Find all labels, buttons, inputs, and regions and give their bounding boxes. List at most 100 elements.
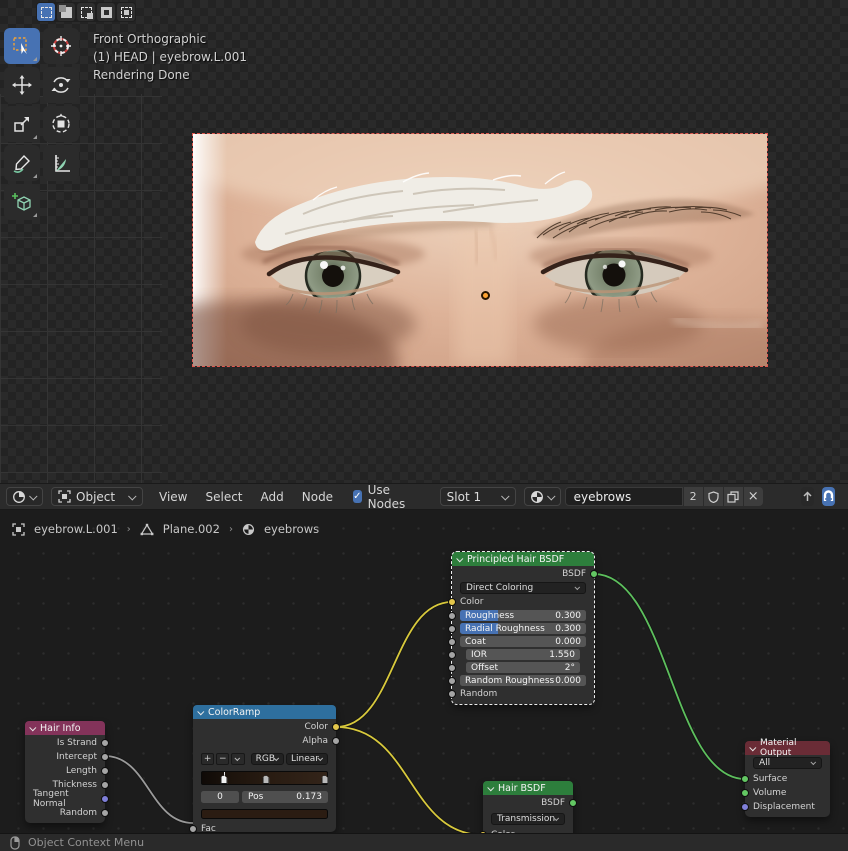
socket-bsdf-out[interactable] [590,570,598,578]
browse-material-dropdown[interactable] [524,487,561,506]
tool-select-box[interactable] [4,28,40,64]
node-editor[interactable]: eyebrow.L.001 › Plane.002 › eyebrows [0,510,848,833]
menu-view[interactable]: View [159,490,187,504]
socket-bsdf-out[interactable] [569,799,577,807]
select-mode-extend-button[interactable] [57,3,75,21]
breadcrumb-object[interactable]: eyebrow.L.001 [34,522,118,536]
socket-fac-in[interactable] [189,825,197,833]
menu-add[interactable]: Add [261,490,284,504]
ramp-stop-selected[interactable] [220,775,227,784]
socket-ior-in[interactable] [448,651,456,659]
editor-type-dropdown[interactable] [6,487,43,506]
socket-alpha-out[interactable] [332,737,340,745]
socket-coat-in[interactable] [448,638,456,646]
tool-move[interactable] [4,67,40,103]
random-roughness-slider[interactable]: Random Roughness0.000 [460,675,586,686]
ramp-stop[interactable] [321,775,328,784]
ramp-stop[interactable] [262,775,269,784]
select-mode-invert-button[interactable] [97,3,115,21]
select-mode-subtract-button[interactable] [77,3,95,21]
tool-measure[interactable] [43,145,79,181]
output-target-dropdown[interactable]: All [753,757,822,769]
fake-user-shield-button[interactable] [704,487,723,506]
socket-displacement-in[interactable] [741,803,749,811]
collapse-icon[interactable] [456,555,463,562]
node-hair-info[interactable]: Hair Info Is Strand Intercept Length Thi… [25,721,105,823]
delete-stop-button[interactable]: − [216,753,229,765]
tool-cursor[interactable] [43,28,79,64]
select-mode-set-button[interactable] [37,3,55,21]
tool-rotate[interactable] [43,67,79,103]
add-stop-button[interactable]: + [201,753,214,765]
color-mode-dropdown[interactable]: RGB [251,753,284,765]
collapse-icon[interactable] [749,744,756,751]
socket-random[interactable] [101,809,109,817]
ramp-options-dropdown[interactable] [231,753,244,765]
shader-editor-icon [12,490,26,504]
component-dropdown[interactable]: Transmission [491,813,565,825]
coloring-dropdown[interactable]: Direct Coloring [460,582,586,594]
socket-roughness-in[interactable] [448,612,456,620]
new-material-copy-button[interactable] [724,487,743,506]
socket-color-in[interactable] [448,598,456,606]
socket-color-in[interactable] [479,831,487,833]
node-header[interactable]: Hair BSDF [483,781,573,795]
socket-is-strand[interactable] [101,739,109,747]
coat-slider[interactable]: Coat0.000 [460,636,586,647]
viewport-overlay-text: Front Orthographic (1) HEAD | eyebrow.L.… [93,30,247,84]
socket-length[interactable] [101,767,109,775]
tool-transform[interactable] [43,106,79,142]
material-name-field[interactable]: eyebrows [565,487,683,506]
node-material-output[interactable]: Material Output All Surface Volume Displ… [745,741,830,817]
node-header[interactable]: Hair Info [25,721,105,735]
roughness-slider[interactable]: Roughness0.300 [460,610,586,621]
node-color-ramp[interactable]: ColorRamp Color Alpha + − RGB Linear [193,705,336,832]
unlink-material-button[interactable]: × [744,487,763,506]
users-count-label: 2 [690,490,697,503]
mode-dropdown[interactable]: Object [51,487,143,506]
socket-random-roughness-in[interactable] [448,677,456,685]
socket-surface-in[interactable] [741,775,749,783]
snap-magnet-toggle[interactable] [822,487,835,506]
socket-intercept[interactable] [101,753,109,761]
use-nodes-checkbox[interactable]: ✓ Use Nodes [353,483,410,511]
stop-position-field[interactable]: Pos 0.173 [242,791,328,803]
viewport-3d[interactable]: Front Orthographic (1) HEAD | eyebrow.L.… [0,0,848,483]
select-extend-icon [61,7,72,18]
offset-field[interactable]: Offset2° [466,662,580,673]
tool-annotate[interactable] [4,145,40,181]
radial-roughness-slider[interactable]: Radial Roughness0.300 [460,623,586,634]
socket-thickness[interactable] [101,781,109,789]
color-ramp-gradient[interactable] [201,771,328,785]
socket-tangent-normal[interactable] [101,795,109,803]
node-principled-hair-bsdf[interactable]: Principled Hair BSDF BSDF Direct Colorin… [452,552,594,704]
ior-field[interactable]: IOR1.550 [466,649,580,660]
menu-select[interactable]: Select [205,490,242,504]
socket-random-in[interactable] [448,690,456,698]
collapse-icon[interactable] [487,784,494,791]
tool-scale[interactable] [4,106,40,142]
breadcrumb-material[interactable]: eyebrows [264,522,319,536]
tool-add-cube[interactable] [4,184,40,220]
material-users-count-button[interactable]: 2 [684,487,703,506]
node-hair-bsdf[interactable]: Hair BSDF BSDF Transmission Color [483,781,573,833]
stop-color-swatch[interactable] [201,809,328,819]
socket-label: Alpha [302,736,328,746]
node-header[interactable]: Principled Hair BSDF [452,552,594,566]
menu-node[interactable]: Node [302,490,333,504]
socket-color-out[interactable] [332,723,340,731]
socket-radial-roughness-in[interactable] [448,625,456,633]
breadcrumb-mesh[interactable]: Plane.002 [163,522,220,536]
go-to-parent-tree-button[interactable] [801,487,814,506]
socket-volume-in[interactable] [741,789,749,797]
select-mode-intersect-button[interactable] [117,3,135,21]
interpolation-dropdown[interactable]: Linear [286,753,328,765]
slot-dropdown[interactable]: Slot 1 [440,487,516,506]
collapse-icon[interactable] [29,724,36,731]
node-header[interactable]: Material Output [745,741,830,755]
collapse-icon[interactable] [197,708,204,715]
stop-index-field[interactable]: 0 [201,791,239,803]
arrow-up-icon [801,490,814,503]
socket-offset-in[interactable] [448,664,456,672]
node-header[interactable]: ColorRamp [193,705,336,719]
